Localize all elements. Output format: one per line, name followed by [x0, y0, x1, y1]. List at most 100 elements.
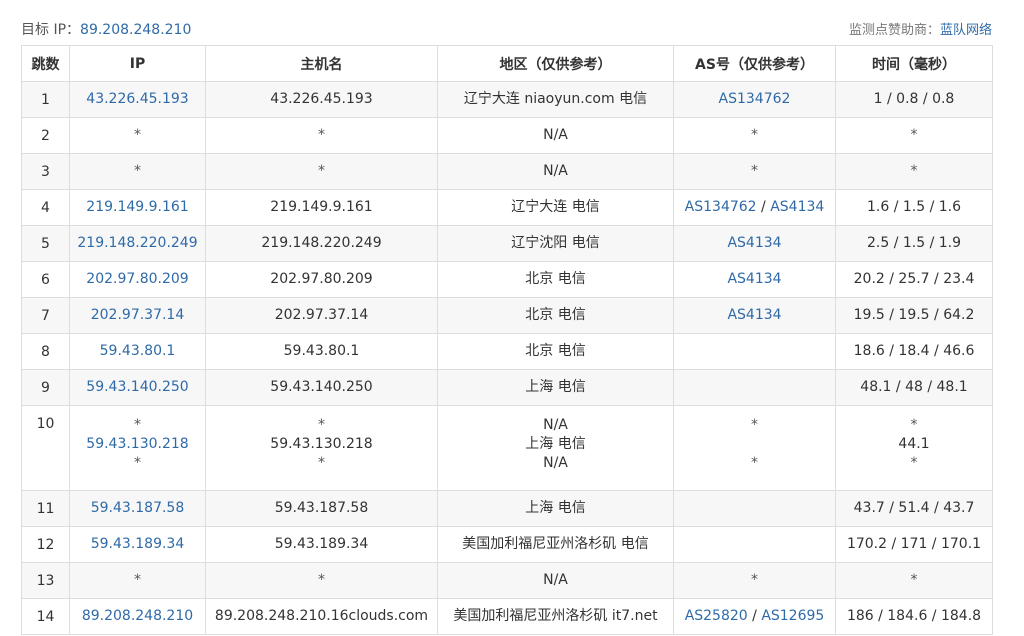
header-bar: 目标 IP：89.208.248.210 监测点赞助商：蓝队网络 [0, 0, 1024, 46]
table-row: 1 43.226.45.193 43.226.45.193 辽宁大连 niaoyun.… [21, 81, 993, 118]
as-link[interactable]: AS4134 [727, 235, 781, 251]
hostname-cell: 89.208.248.210.16clouds.com [205, 598, 438, 635]
hostname-cell: * [205, 562, 438, 599]
table-row: 14 89.208.248.210 89.208.248.210.16clouds.… [21, 598, 993, 635]
table-row: 2 * * N/A * * [21, 117, 993, 154]
region-value: 美国加利福尼亚州洛杉矶 电信 [462, 536, 649, 552]
hop-cell: 13 [21, 562, 70, 599]
region-cell: 上海 电信 [437, 490, 674, 527]
as-link[interactable]: AS134762 [719, 91, 791, 107]
hostname-cell: 202.97.80.209 [205, 261, 438, 298]
time-cell: 2.5 / 1.5 / 1.9 [835, 225, 993, 262]
region-value: 辽宁沈阳 电信 [511, 235, 600, 251]
ip-value: * [134, 572, 141, 588]
hop-cell: 7 [21, 297, 70, 334]
table-row: 8 59.43.80.1 59.43.80.1 北京 电信 18.6 / 18.4 /… [21, 333, 993, 370]
ip-value[interactable]: 59.43.80.1 [100, 343, 176, 359]
time-value: * [910, 163, 918, 179]
hostname-cell: 59.43.80.1 [205, 333, 438, 370]
ip-value[interactable]: 202.97.80.209 [86, 271, 188, 287]
as-link[interactable]: AS4134 [727, 271, 781, 287]
as-cell: AS4134 [673, 297, 836, 334]
table-header-row: 跳数 IP 主机名 地区（仅供参考） AS号（仅供参考） 时间（毫秒） [21, 45, 993, 82]
table-body: 1 43.226.45.193 43.226.45.193 辽宁大连 niaoyun.… [21, 81, 993, 635]
hostname-value: 59.43.140.250 [270, 379, 373, 395]
time-value: 170.2 / 171 / 170.1 [846, 536, 982, 552]
ip-value[interactable]: 89.208.248.210 [82, 608, 193, 624]
target-ip: 89.208.248.210 [80, 22, 192, 38]
hop-number: 5 [41, 235, 50, 252]
region-value: 北京 电信 [525, 307, 586, 323]
ip-value[interactable]: 59.43.140.250 [86, 379, 188, 395]
table-row: 5 219.148.220.249 219.148.220.249 辽宁沈阳 电信 AS… [21, 225, 993, 262]
ip-value[interactable]: 59.43.187.58 [91, 500, 185, 516]
as-link[interactable]: AS4134 [727, 307, 781, 323]
table-row: 9 59.43.140.250 59.43.140.250 上海 电信 48.1 / … [21, 369, 993, 406]
region-value: N/A [543, 455, 568, 471]
time-value: 2.5 / 1.5 / 1.9 [866, 235, 962, 251]
sponsor-link[interactable]: 蓝队网络 [940, 23, 992, 38]
as-link[interactable]: AS4134 [770, 199, 824, 215]
time-value: * [910, 455, 918, 471]
region-value: 辽宁大连 电信 [511, 199, 600, 215]
hostname-value: 202.97.80.209 [270, 271, 373, 287]
as-placeholder: * [751, 163, 758, 179]
as-cell: * [673, 117, 836, 154]
ip-cell: 202.97.37.14 [69, 297, 206, 334]
hop-cell: 10 [21, 405, 70, 491]
ip-value[interactable]: 43.226.45.193 [86, 91, 188, 107]
ip-value: * [134, 455, 141, 471]
time-value: 19.5 / 19.5 / 64.2 [853, 307, 975, 323]
time-cell: 186 / 184.6 / 184.8 [835, 598, 993, 635]
as-link[interactable]: AS134762 [685, 199, 757, 215]
region-value: 上海 电信 [525, 500, 586, 516]
hostname-cell: 219.148.220.249 [205, 225, 438, 262]
table-row: 3 * * N/A * * [21, 153, 993, 190]
hostname-cell: 202.97.37.14 [205, 297, 438, 334]
table-row: 6 202.97.80.209 202.97.80.209 北京 电信 AS4134 20… [21, 261, 993, 298]
region-value: 上海 电信 [525, 436, 586, 452]
time-cell: * [835, 153, 993, 190]
hostname-cell: 219.149.9.161 [205, 189, 438, 226]
region-cell: 辽宁大连 niaoyun.com 电信 [437, 81, 674, 118]
table-row: 7 202.97.37.14 202.97.37.14 北京 电信 AS4134 19.5… [21, 297, 993, 334]
sponsor-label: 监测点赞助商： [848, 23, 940, 38]
ip-value[interactable]: 59.43.189.34 [91, 536, 185, 552]
ip-value[interactable]: 59.43.130.218 [86, 436, 188, 452]
hop-number: 11 [36, 500, 55, 517]
ip-cell: * [69, 117, 206, 154]
as-link[interactable]: AS25820 [685, 608, 748, 624]
table-row: 11 59.43.187.58 59.43.187.58 上海 电信 43.7 / 5… [21, 490, 993, 527]
region-value: N/A [543, 163, 568, 179]
col-header-ip: IP [69, 45, 206, 82]
col-header-as: AS号（仅供参考） [673, 45, 836, 82]
time-value: 48.1 / 48 / 48.1 [860, 379, 968, 395]
time-value: 43.7 / 51.4 / 43.7 [853, 500, 975, 516]
ip-cell: 59.43.189.34 [69, 526, 206, 563]
region-cell: N/A [437, 562, 674, 599]
hostname-value: 59.43.130.218 [270, 436, 373, 452]
hop-number: 4 [41, 199, 50, 216]
hostname-value: 219.149.9.161 [270, 199, 373, 215]
table-row: 13 * * N/A * * [21, 562, 993, 599]
as-separator: / [756, 199, 771, 215]
as-link[interactable]: AS12695 [761, 608, 824, 624]
ip-value: * [134, 417, 141, 433]
ip-cell: * [69, 153, 206, 190]
ip-cell: 202.97.80.209 [69, 261, 206, 298]
hop-cell: 14 [21, 598, 70, 635]
hop-cell: 4 [21, 189, 70, 226]
region-cell: N/A [437, 117, 674, 154]
time-value: * [910, 127, 918, 143]
ip-cell: 219.148.220.249 [69, 225, 206, 262]
ip-value[interactable]: 219.148.220.249 [77, 235, 197, 251]
hostname-cell: * [205, 117, 438, 154]
hop-number: 2 [41, 127, 50, 144]
hop-cell: 8 [21, 333, 70, 370]
hostname-value: 59.43.80.1 [283, 343, 360, 359]
time-cell: 48.1 / 48 / 48.1 [835, 369, 993, 406]
ip-value[interactable]: 219.149.9.161 [86, 199, 188, 215]
hop-cell: 5 [21, 225, 70, 262]
as-cell: AS4134 [673, 225, 836, 262]
ip-value[interactable]: 202.97.37.14 [91, 307, 185, 323]
